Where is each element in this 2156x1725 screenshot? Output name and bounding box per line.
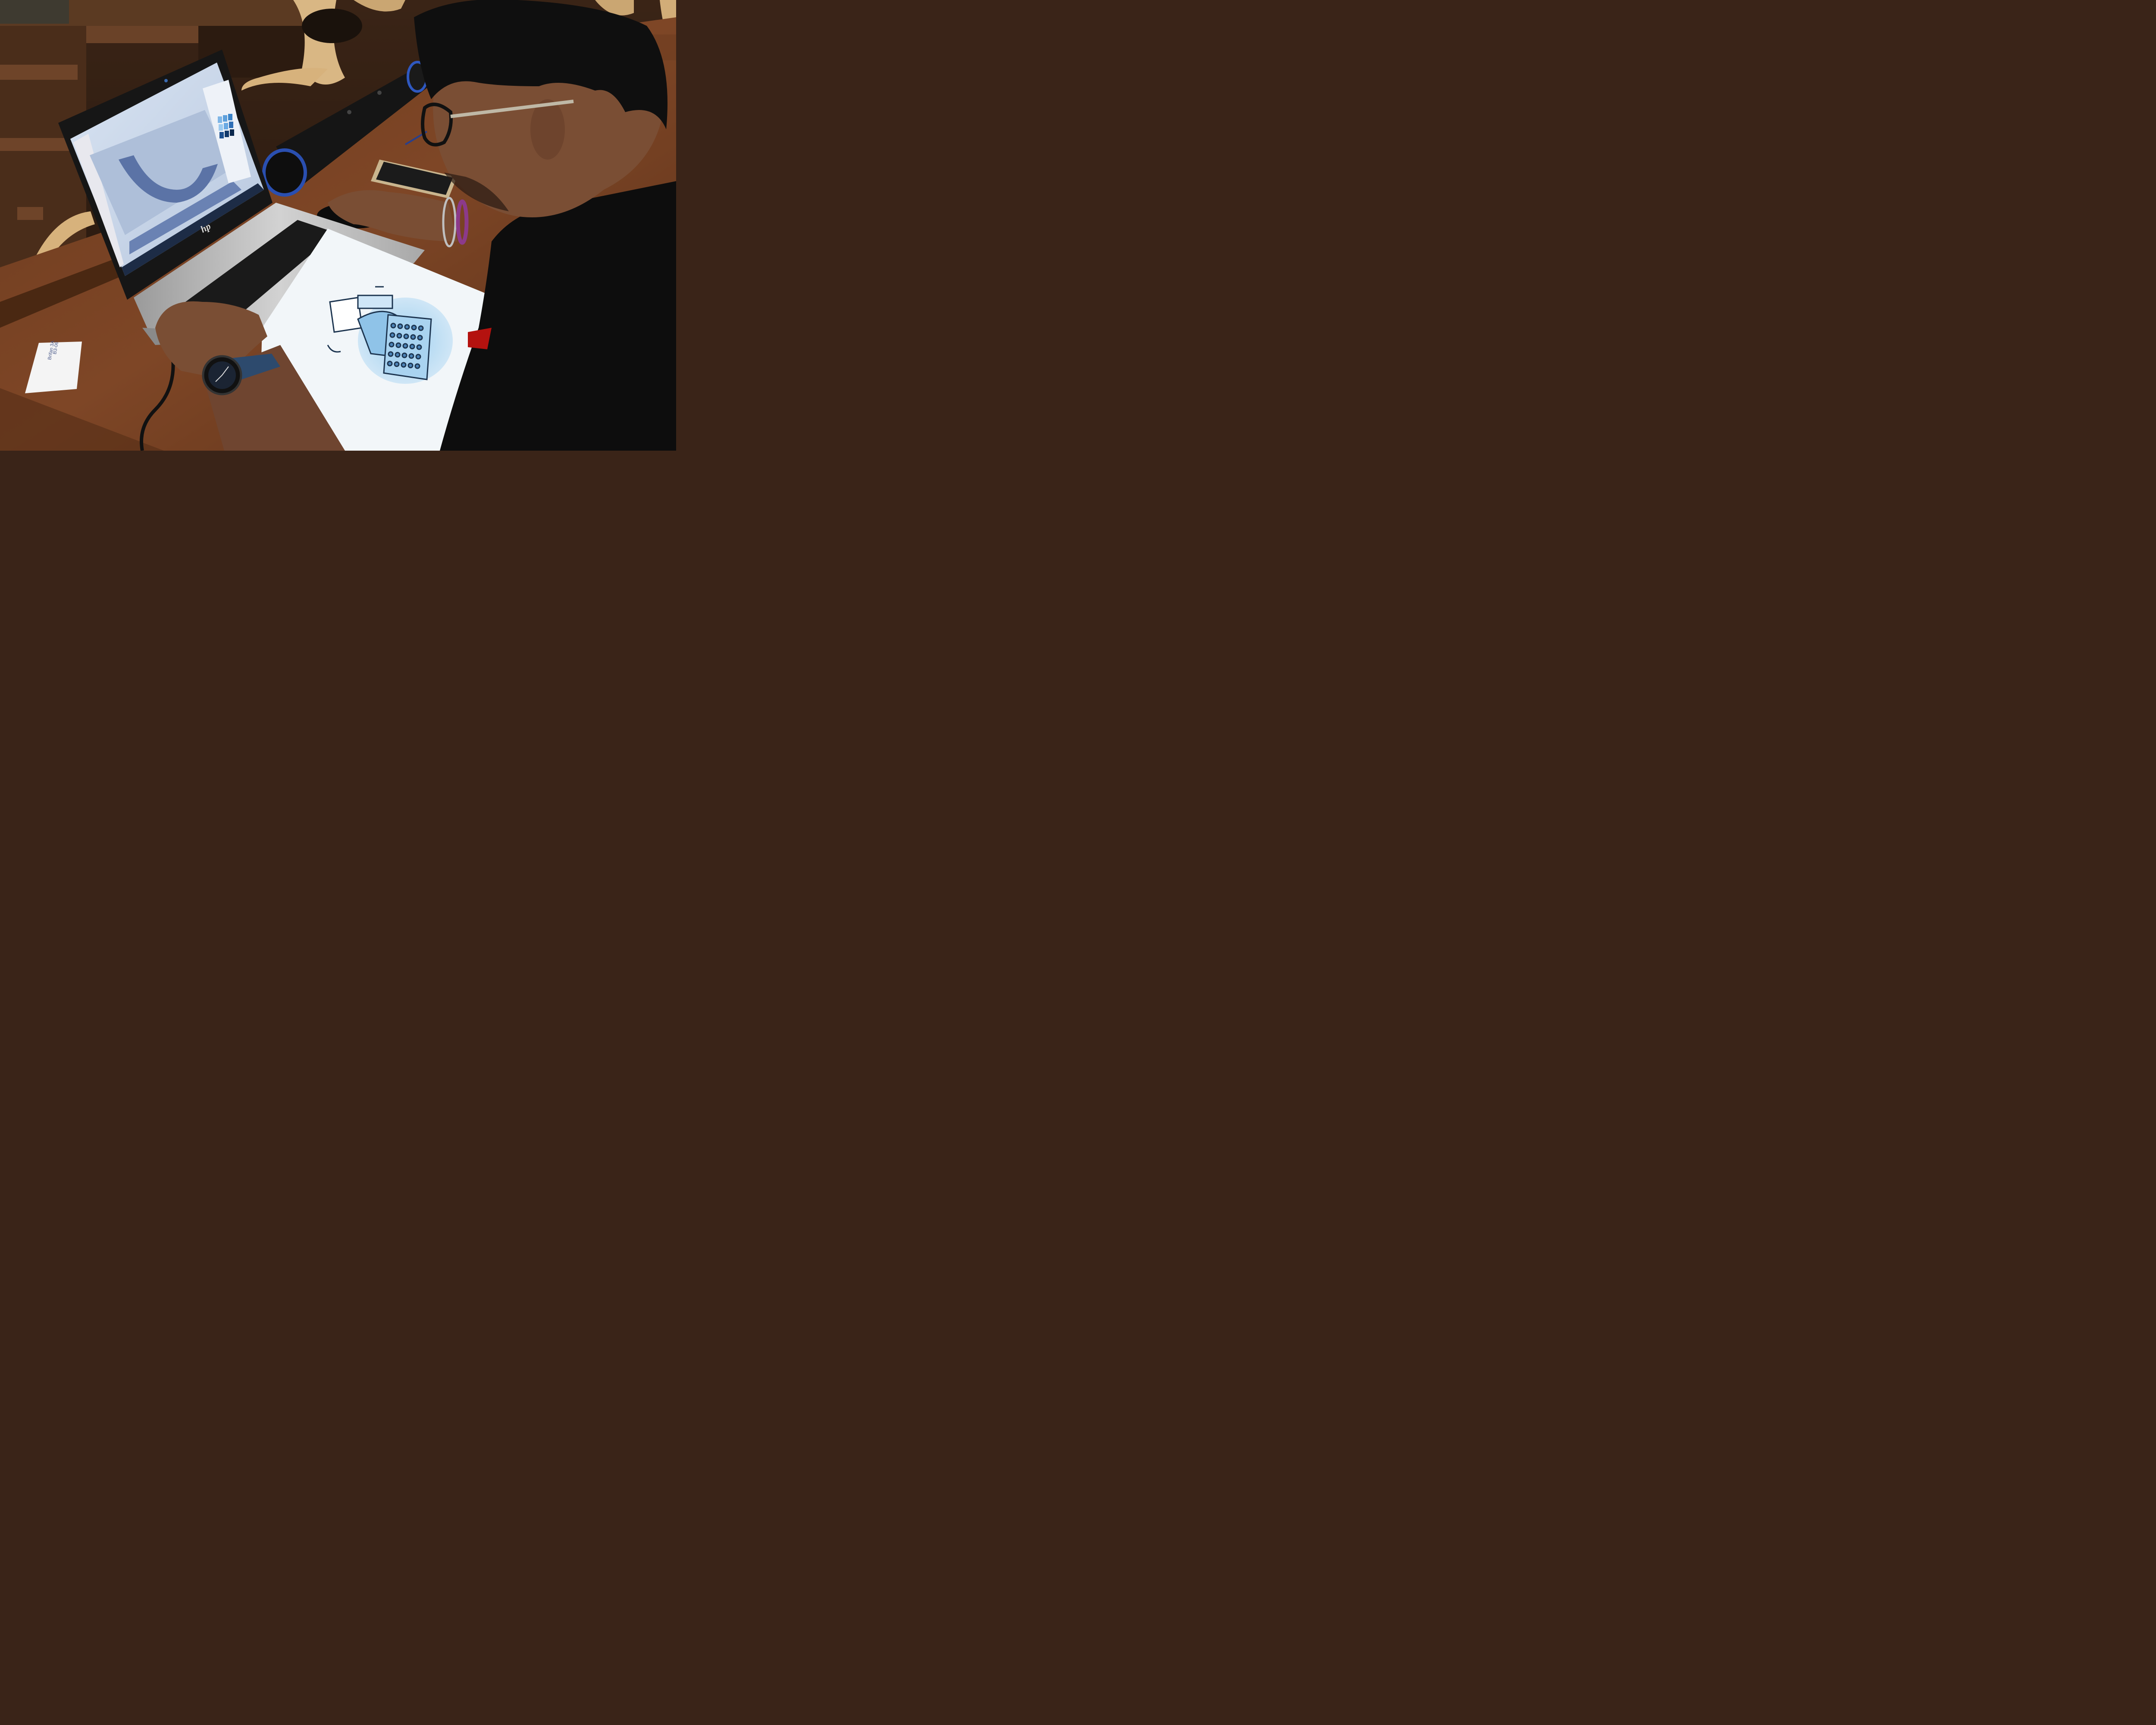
color-swatch [230, 129, 234, 136]
color-swatch [224, 123, 228, 129]
webcam [164, 79, 168, 82]
typewriter-key [416, 344, 422, 350]
typewriter-key [401, 362, 407, 368]
typewriter-key [390, 323, 396, 329]
typewriter-key [403, 333, 409, 339]
color-swatch [223, 115, 227, 122]
color-swatch [225, 131, 229, 137]
typewriter-key [401, 352, 407, 358]
typewriter-key [414, 363, 420, 369]
typewriter-key [402, 343, 408, 349]
typewriter-key [404, 324, 410, 330]
photo-scene: B3-06 Brifan 3A hp [0, 0, 676, 451]
ear [530, 99, 565, 160]
color-swatch [219, 132, 224, 138]
typewriter-key [395, 342, 401, 348]
color-swatch [219, 124, 223, 131]
typewriter-key [389, 342, 395, 348]
typewriter-key [417, 335, 423, 341]
typewriter-key [397, 323, 403, 329]
color-swatches [218, 114, 234, 138]
typewriter-key [418, 325, 424, 331]
typewriter-key [411, 325, 417, 330]
typewriter-key [415, 354, 421, 360]
typewriter-key [394, 361, 400, 367]
color-swatch [228, 114, 232, 120]
typewriter-key [408, 353, 414, 359]
typewriter-key [410, 334, 416, 340]
typewriter-key [396, 333, 402, 339]
typewriter-key [409, 344, 415, 349]
color-swatch [218, 116, 222, 123]
photo-illustration: B3-06 Brifan 3A hp [0, 0, 676, 451]
typewriter-key [407, 363, 414, 368]
typewriter-key [388, 351, 394, 357]
typewriter-key [389, 332, 395, 338]
typewriter-key [395, 352, 401, 358]
typewriter-key [387, 361, 393, 367]
color-swatch [229, 122, 233, 128]
